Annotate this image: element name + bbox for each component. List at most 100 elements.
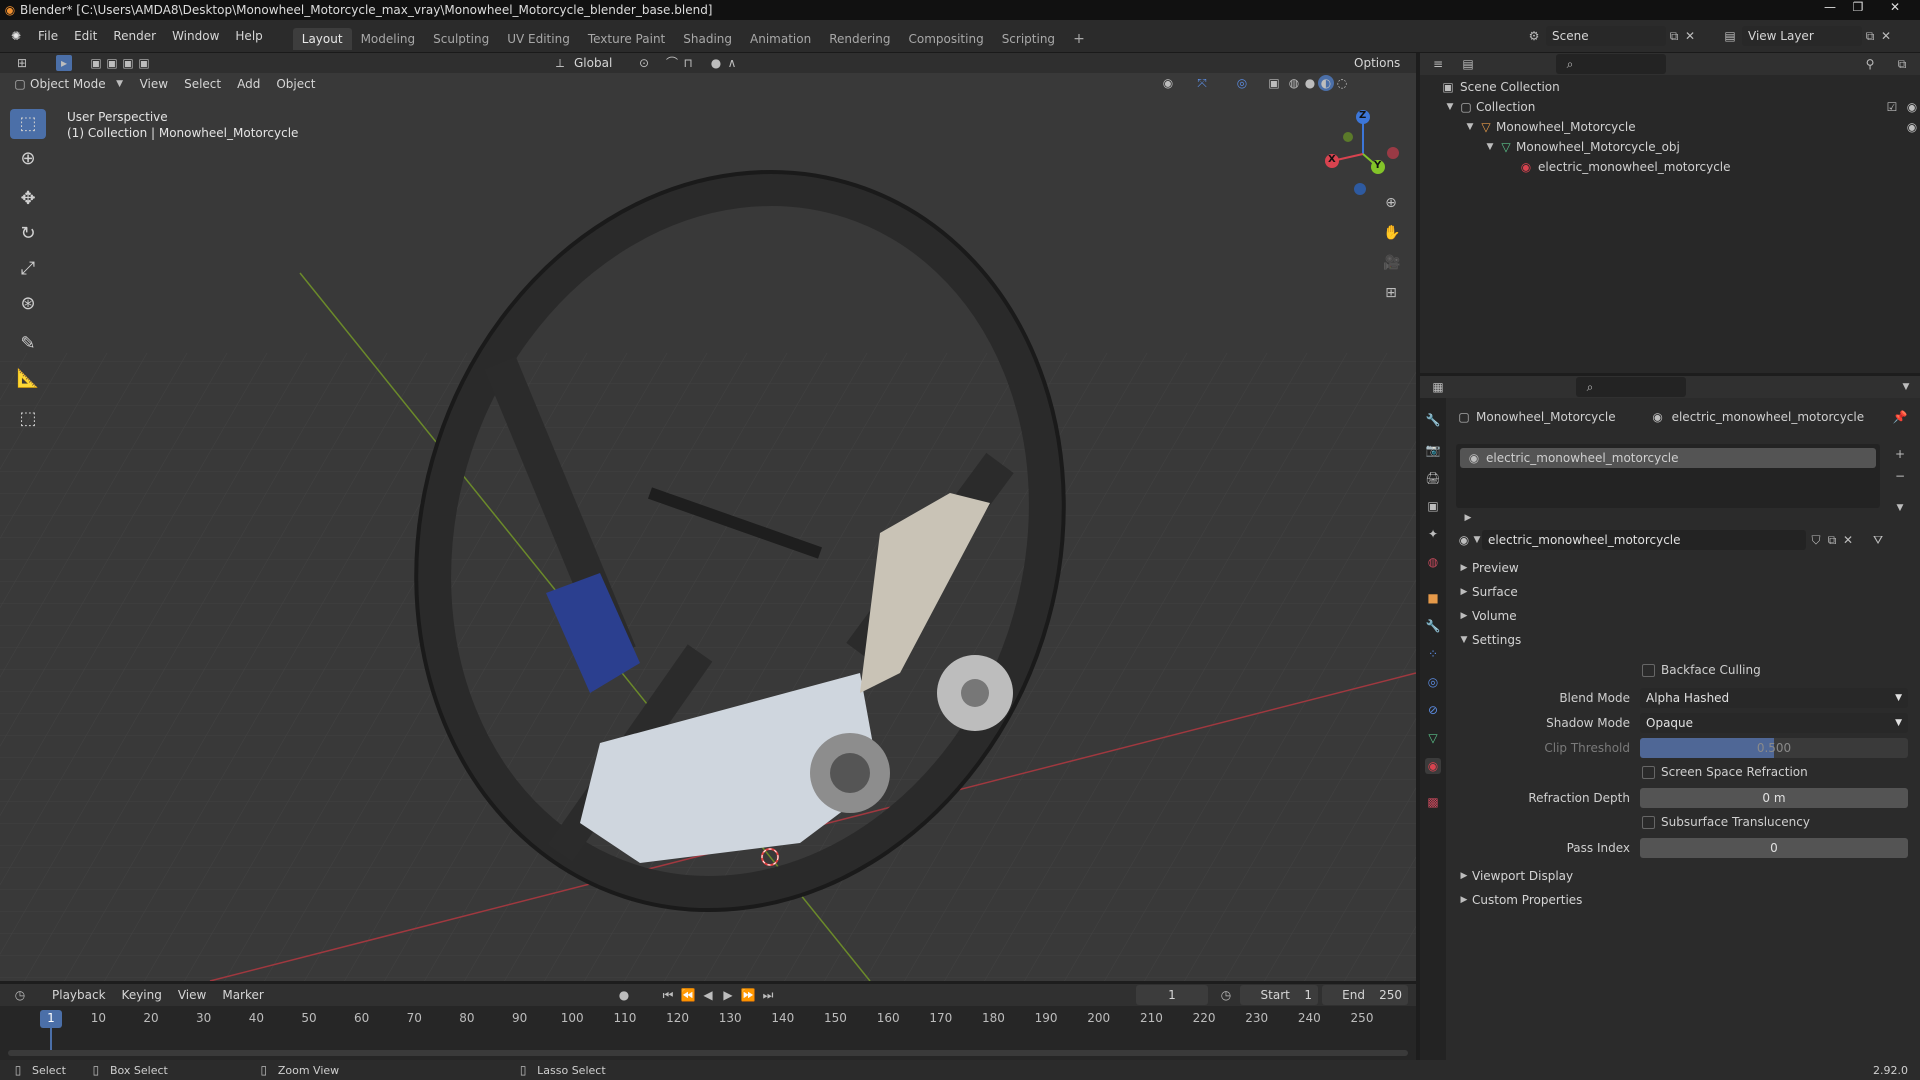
tab-animation[interactable]: Animation <box>741 28 820 50</box>
play-reverse-icon[interactable]: ◀ <box>700 987 716 1003</box>
select-tool-icon[interactable]: ▸ <box>56 55 72 71</box>
select-mode-extend-icon[interactable]: ▣ <box>104 55 120 71</box>
select-mode-subtract-icon[interactable]: ▣ <box>120 55 136 71</box>
current-frame-field[interactable]: 1 <box>1136 985 1208 1005</box>
panel-volume[interactable]: ▶ Volume <box>1456 604 1906 628</box>
timeline-editor-icon[interactable]: ◷ <box>12 987 28 1003</box>
pass-index-field[interactable]: 0 <box>1640 838 1908 858</box>
ortho-grid-icon[interactable]: ⊞ <box>1383 285 1399 301</box>
menu-help[interactable]: Help <box>227 20 270 53</box>
fake-user-icon[interactable]: ⛉ <box>1808 532 1824 548</box>
slot-specials-icon[interactable]: ▼ <box>1892 500 1908 516</box>
particles-tab-icon[interactable]: ⁘ <box>1425 646 1441 662</box>
clip-threshold-slider[interactable]: 0.500 <box>1640 738 1908 758</box>
link-type-icon[interactable]: ⛛ <box>1870 532 1886 548</box>
viewport-menu-add[interactable]: Add <box>229 73 268 95</box>
modifier-tab-icon[interactable]: 🔧 <box>1425 618 1441 634</box>
add-workspace-button[interactable]: + <box>1064 28 1094 50</box>
panel-surface[interactable]: ▶ Surface <box>1456 580 1906 604</box>
transform-tool[interactable]: ⊛ <box>10 289 46 319</box>
expand-arrow-icon[interactable]: ▼ <box>1442 99 1458 115</box>
pin-icon[interactable]: 📌 <box>1892 409 1908 425</box>
outliner-scene-collection[interactable]: ▣ Scene Collection <box>1440 77 1559 97</box>
select-box-tool[interactable]: ⬚ <box>10 109 46 139</box>
transform-orientation-dropdown[interactable]: Global <box>568 53 628 73</box>
eye-icon[interactable]: ◉ <box>1904 119 1920 135</box>
preview-range-icon[interactable]: ◷ <box>1218 987 1234 1003</box>
material-tab-icon[interactable]: ◉ <box>1425 758 1441 774</box>
pivot-point-icon[interactable]: ⊙ <box>636 55 652 71</box>
tab-uv-editing[interactable]: UV Editing <box>498 28 579 50</box>
add-slot-icon[interactable]: + <box>1892 446 1908 462</box>
rotate-tool[interactable]: ↻ <box>10 219 46 249</box>
tab-scripting[interactable]: Scripting <box>993 28 1064 50</box>
add-cube-tool[interactable]: ⬚ <box>10 404 46 434</box>
outliner-item-material[interactable]: ◉ electric_monowheel_motorcycle <box>1518 157 1731 177</box>
tab-modeling[interactable]: Modeling <box>352 28 425 50</box>
move-tool[interactable]: ✥ <box>10 184 46 214</box>
unlink-material-icon[interactable]: ✕ <box>1840 532 1856 548</box>
timeline-menu-playback[interactable]: Playback <box>44 984 114 1006</box>
select-mode-invert-icon[interactable]: ▣ <box>136 55 152 71</box>
zoom-icon[interactable]: ⊕ <box>1383 195 1399 211</box>
tab-layout[interactable]: Layout <box>292 28 352 50</box>
exclude-checkbox-icon[interactable]: ☑ <box>1884 99 1900 115</box>
tab-compositing[interactable]: Compositing <box>899 28 992 50</box>
snap-icon[interactable]: ⌒ <box>664 55 680 71</box>
expand-list-icon[interactable]: ▶ <box>1460 510 1476 526</box>
object-tab-icon[interactable]: ■ <box>1425 590 1441 606</box>
tab-rendering[interactable]: Rendering <box>820 28 899 50</box>
remove-slot-icon[interactable]: − <box>1892 468 1908 484</box>
timeline-menu-view[interactable]: View <box>170 984 214 1006</box>
tool-tab-icon[interactable]: 🔧 <box>1425 412 1441 428</box>
start-frame-field[interactable]: Start 1 <box>1240 985 1318 1005</box>
mode-dropdown[interactable]: Object Mode <box>28 74 112 94</box>
outliner-editor-icon[interactable]: ≡ <box>1430 56 1446 72</box>
play-icon[interactable]: ▶ <box>720 987 736 1003</box>
material-slot-item[interactable]: ◉ electric_monowheel_motorcycle <box>1460 448 1876 468</box>
menu-edit[interactable]: Edit <box>66 20 105 53</box>
material-slot-list[interactable]: ◉ electric_monowheel_motorcycle <box>1456 444 1880 508</box>
gizmo-toggle-icon[interactable]: ⤧ <box>1194 75 1210 91</box>
filter-icon[interactable]: ⚲ <box>1862 56 1878 72</box>
panel-custom-properties[interactable]: ▶ Custom Properties <box>1456 888 1906 912</box>
shading-material-icon[interactable]: ◐ <box>1318 75 1334 91</box>
tab-texture-paint[interactable]: Texture Paint <box>579 28 674 50</box>
jump-start-icon[interactable]: ⏮ <box>660 987 676 1003</box>
screen-space-refraction-checkbox[interactable]: Screen Space Refraction <box>1642 765 1808 779</box>
new-collection-icon[interactable]: ⧉ <box>1894 56 1910 72</box>
editor-type-icon[interactable]: ⊞ <box>14 55 30 71</box>
eye-icon[interactable]: ◉ <box>1904 99 1920 115</box>
end-frame-field[interactable]: End 250 <box>1322 985 1408 1005</box>
duplicate-material-icon[interactable]: ⧉ <box>1824 532 1840 548</box>
menu-render[interactable]: Render <box>105 20 164 53</box>
blend-mode-dropdown[interactable]: Alpha Hashed ▼ <box>1640 688 1908 708</box>
subsurface-translucency-checkbox[interactable]: Subsurface Translucency <box>1642 815 1810 829</box>
annotate-tool[interactable]: ✎ <box>10 329 46 359</box>
select-mode-new-icon[interactable]: ▣ <box>88 55 104 71</box>
viewport-menu-object[interactable]: Object <box>268 73 323 95</box>
refraction-depth-field[interactable]: 0 m <box>1640 788 1908 808</box>
menu-window[interactable]: Window <box>164 20 227 53</box>
scene-selector[interactable]: Scene <box>1546 26 1666 46</box>
timeline-menu-keying[interactable]: Keying <box>114 984 170 1006</box>
chevron-down-icon[interactable]: ▼ <box>1898 379 1914 395</box>
menu-file[interactable]: File <box>30 20 66 53</box>
panel-settings[interactable]: ▼ Settings <box>1456 628 1906 652</box>
expand-arrow-icon[interactable]: ▼ <box>1462 119 1478 135</box>
close-button[interactable]: ✕ <box>1880 0 1910 14</box>
cursor-tool[interactable]: ⊕ <box>10 144 46 174</box>
outliner-item-mesh[interactable]: ▼ ▽ Monowheel_Motorcycle_obj <box>1482 137 1680 157</box>
visibility-icon[interactable]: ◉ <box>1160 75 1176 91</box>
prev-keyframe-icon[interactable]: ⏪ <box>680 987 696 1003</box>
scene-tab-icon[interactable]: ✦ <box>1425 526 1441 542</box>
outliner-item-collection[interactable]: ▼ ▢ Collection ☑ ◉ <box>1442 97 1920 117</box>
snap-target-icon[interactable]: ⊓ <box>680 55 696 71</box>
xray-toggle-icon[interactable]: ▣ <box>1266 75 1282 91</box>
measure-tool[interactable]: 📐 <box>10 364 46 394</box>
properties-search-input[interactable]: ⌕ <box>1576 377 1686 397</box>
timeline-ruler[interactable]: 1 10 20 30 40 50 60 70 80 90 100 110 120 130 140 150 160… <box>0 1010 1416 1028</box>
material-name-field[interactable]: electric_monowheel_motorcycle <box>1482 530 1806 550</box>
world-tab-icon[interactable]: ◍ <box>1425 554 1441 570</box>
next-keyframe-icon[interactable]: ⏩ <box>740 987 756 1003</box>
